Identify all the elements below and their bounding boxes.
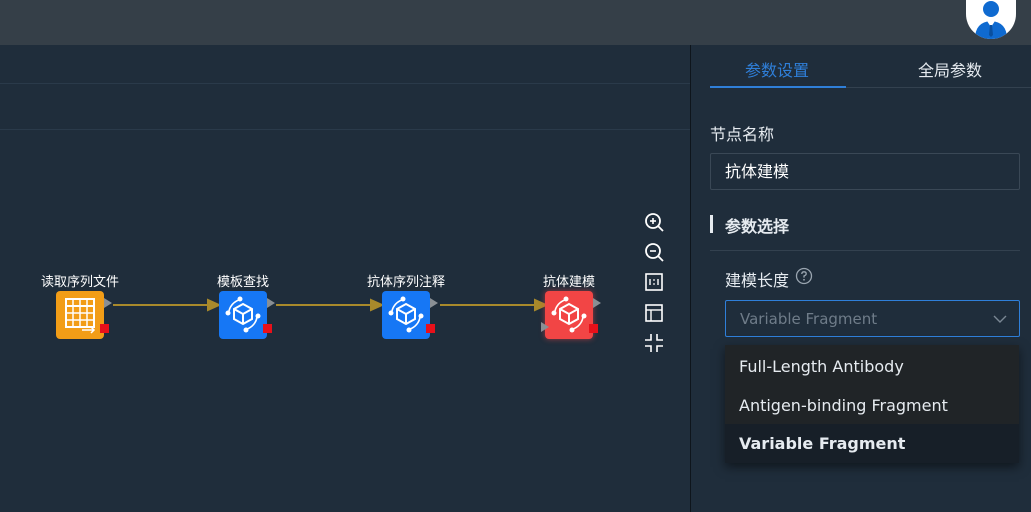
status-indicator (589, 324, 598, 333)
layout-icon[interactable] (643, 302, 665, 324)
molecule-icon (388, 296, 424, 333)
modeling-length-select[interactable]: Variable Fragment (725, 300, 1020, 337)
option-antigen-binding-fragment[interactable]: Antigen-binding Fragment (725, 386, 1019, 425)
tab-parameter-settings[interactable]: 参数设置 (745, 57, 809, 81)
node-antibody-modeling[interactable] (545, 291, 593, 339)
option-variable-fragment[interactable]: Variable Fragment (725, 424, 1019, 463)
edge-2-arrow (370, 298, 385, 312)
node-label-sequence-annotation: 抗体序列注释 (366, 275, 446, 290)
fit-view-icon[interactable] (643, 271, 665, 293)
edge-1-arrow (207, 298, 222, 312)
output-port[interactable] (593, 298, 601, 308)
node-label-antibody-modeling: 抗体建模 (542, 275, 596, 290)
node-read-file[interactable] (56, 291, 104, 339)
user-avatar-icon[interactable] (966, 0, 1016, 39)
select-value: Variable Fragment (740, 310, 878, 328)
workflow-edges (113, 298, 549, 312)
panel-scroll-edge (1019, 393, 1031, 425)
section-divider (710, 250, 1020, 251)
output-port[interactable] (104, 298, 112, 308)
molecule-icon (225, 296, 261, 333)
tab-global-parameters[interactable]: 全局参数 (918, 57, 982, 81)
node-label-template-search: 模板查找 (216, 275, 270, 290)
output-port[interactable] (430, 298, 438, 308)
zoom-in-icon[interactable] (643, 211, 665, 233)
modeling-length-label: 建模长度 (725, 271, 790, 290)
status-indicator (100, 324, 109, 333)
section-title: 参数选择 (725, 217, 790, 236)
input-port[interactable] (541, 322, 549, 332)
output-port[interactable] (267, 298, 275, 308)
help-icon[interactable] (795, 267, 813, 285)
node-template-search[interactable] (219, 291, 267, 339)
modeling-length-dropdown: Full-Length Antibody Antigen-binding Fra… (725, 345, 1019, 463)
table-file-icon (65, 298, 96, 334)
status-indicator (263, 324, 272, 333)
active-tab-indicator (710, 86, 846, 88)
option-full-length-antibody[interactable]: Full-Length Antibody (725, 347, 1019, 386)
molecule-icon (551, 296, 587, 333)
node-label-read-file: 读取序列文件 (40, 275, 120, 290)
node-name-label: 节点名称 (710, 125, 775, 144)
collapse-icon[interactable] (643, 332, 665, 354)
chevron-down-icon (993, 315, 1007, 323)
status-indicator (426, 324, 435, 333)
section-marker (710, 215, 713, 233)
node-name-input[interactable]: 抗体建模 (710, 153, 1020, 190)
zoom-out-icon[interactable] (643, 241, 665, 263)
node-sequence-annotation[interactable] (382, 291, 430, 339)
